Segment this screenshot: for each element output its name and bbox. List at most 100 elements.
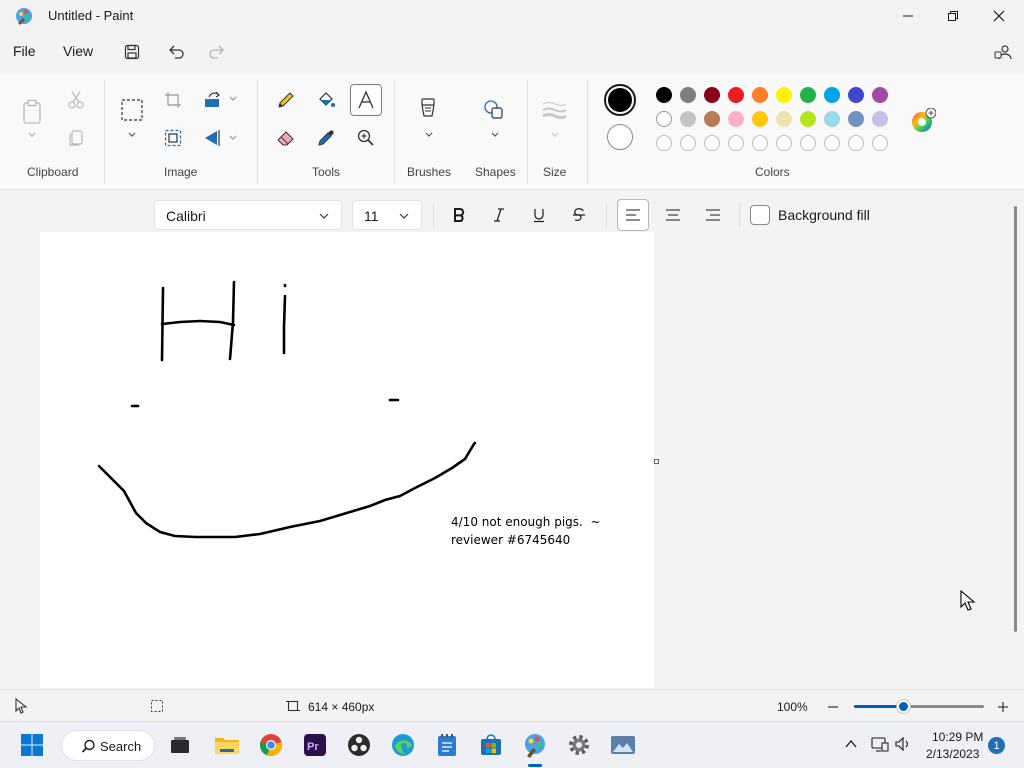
- pencil-tool[interactable]: [274, 88, 298, 112]
- color-swatch[interactable]: [680, 87, 696, 103]
- select-button[interactable]: [120, 98, 144, 122]
- notepad-button[interactable]: [433, 731, 461, 759]
- premiere-pro-button[interactable]: Pr: [301, 731, 329, 759]
- close-button[interactable]: [976, 0, 1022, 32]
- edge-button[interactable]: [389, 731, 417, 759]
- custom-color-slot[interactable]: [656, 135, 672, 151]
- canvas-text-box[interactable]: 4/10 not enough pigs. ~ reviewer #674564…: [451, 513, 601, 549]
- notification-badge[interactable]: 1: [988, 737, 1005, 754]
- custom-color-slot[interactable]: [824, 135, 840, 151]
- network-button[interactable]: [871, 736, 889, 757]
- color-swatch[interactable]: [872, 87, 888, 103]
- color-swatch[interactable]: [752, 87, 768, 103]
- color-swatch[interactable]: [824, 87, 840, 103]
- restore-button[interactable]: [930, 0, 976, 32]
- color-swatch[interactable]: [776, 111, 792, 127]
- show-hidden-icons-button[interactable]: [844, 737, 858, 756]
- color-swatch[interactable]: [704, 87, 720, 103]
- background-fill-checkbox[interactable]: [750, 205, 770, 225]
- size-button[interactable]: [542, 98, 566, 122]
- color-picker-tool[interactable]: [314, 126, 338, 150]
- flip-dropdown-icon[interactable]: [228, 133, 238, 143]
- microsoft-store-button[interactable]: [477, 731, 505, 759]
- zoom-slider-thumb[interactable]: [897, 700, 911, 713]
- task-view-button[interactable]: [166, 731, 194, 759]
- file-menu[interactable]: File: [13, 43, 36, 59]
- eraser-tool[interactable]: [274, 126, 298, 150]
- crop-button[interactable]: [161, 88, 185, 112]
- brushes-dropdown-icon[interactable]: [424, 130, 434, 140]
- settings-button[interactable]: [565, 731, 593, 759]
- clock-time[interactable]: 10:29 PM: [932, 730, 983, 744]
- zoom-slider[interactable]: [854, 700, 984, 713]
- vertical-scrollbar[interactable]: [1014, 206, 1017, 632]
- custom-color-slot[interactable]: [848, 135, 864, 151]
- custom-color-slot[interactable]: [800, 135, 816, 151]
- obs-button[interactable]: [345, 731, 373, 759]
- align-center-button[interactable]: [659, 201, 687, 229]
- start-button[interactable]: [18, 731, 46, 759]
- custom-color-slot[interactable]: [872, 135, 888, 151]
- rotate-button[interactable]: [201, 88, 225, 112]
- color-swatch[interactable]: [848, 111, 864, 127]
- color-swatch[interactable]: [848, 87, 864, 103]
- edit-colors-button[interactable]: [910, 107, 937, 134]
- cut-button[interactable]: [64, 88, 88, 112]
- chrome-button[interactable]: [257, 731, 285, 759]
- save-button[interactable]: [121, 41, 143, 63]
- bold-button[interactable]: [445, 201, 473, 229]
- volume-button[interactable]: [894, 736, 912, 757]
- color-swatch[interactable]: [656, 111, 672, 127]
- redo-button[interactable]: [205, 41, 227, 63]
- color-swatch[interactable]: [800, 87, 816, 103]
- color-swatch[interactable]: [752, 111, 768, 127]
- custom-color-slot[interactable]: [728, 135, 744, 151]
- shapes-dropdown-icon[interactable]: [490, 130, 500, 140]
- zoom-out-button[interactable]: [826, 700, 840, 719]
- color-swatch[interactable]: [656, 87, 672, 103]
- taskbar-search[interactable]: Search: [61, 730, 155, 761]
- paint-taskbar-button[interactable]: [521, 731, 549, 759]
- align-right-button[interactable]: [699, 201, 727, 229]
- share-button[interactable]: [992, 41, 1014, 63]
- file-explorer-button[interactable]: [213, 731, 241, 759]
- zoom-percentage[interactable]: 100%: [777, 700, 808, 714]
- select-dropdown-icon[interactable]: [127, 130, 137, 140]
- custom-color-slot[interactable]: [680, 135, 696, 151]
- color-swatch[interactable]: [680, 111, 696, 127]
- undo-button[interactable]: [166, 41, 188, 63]
- custom-color-slot[interactable]: [704, 135, 720, 151]
- font-family-select[interactable]: Calibri: [154, 200, 342, 230]
- canvas-resize-handle[interactable]: [654, 459, 659, 464]
- custom-color-slot[interactable]: [776, 135, 792, 151]
- paste-dropdown-icon[interactable]: [27, 130, 37, 140]
- color-swatch[interactable]: [800, 111, 816, 127]
- color-swatch[interactable]: [728, 111, 744, 127]
- align-left-button[interactable]: [617, 199, 649, 231]
- color-swatch[interactable]: [728, 87, 744, 103]
- flip-button[interactable]: [201, 126, 225, 150]
- resize-button[interactable]: [161, 126, 185, 150]
- drawing-canvas[interactable]: 4/10 not enough pigs. ~ reviewer #674564…: [40, 232, 654, 688]
- size-dropdown-icon[interactable]: [550, 130, 560, 140]
- color-swatch[interactable]: [776, 87, 792, 103]
- copy-button[interactable]: [64, 126, 88, 150]
- color-2-selector[interactable]: [607, 124, 633, 150]
- custom-color-slot[interactable]: [752, 135, 768, 151]
- underline-button[interactable]: [525, 201, 553, 229]
- shapes-button[interactable]: [482, 98, 506, 122]
- font-size-select[interactable]: 11: [352, 200, 422, 230]
- photos-button[interactable]: [609, 731, 637, 759]
- clock-date[interactable]: 2/13/2023: [926, 747, 979, 761]
- magnifier-tool[interactable]: [354, 126, 378, 150]
- brushes-button[interactable]: [416, 98, 440, 122]
- rotate-dropdown-icon[interactable]: [228, 94, 238, 104]
- color-swatch[interactable]: [872, 111, 888, 127]
- italic-button[interactable]: [485, 201, 513, 229]
- color-1-selector[interactable]: [604, 84, 636, 116]
- paste-button[interactable]: [20, 98, 44, 126]
- color-swatch[interactable]: [704, 111, 720, 127]
- strikethrough-button[interactable]: [565, 201, 593, 229]
- zoom-in-button[interactable]: [996, 700, 1010, 719]
- text-tool[interactable]: [350, 84, 382, 116]
